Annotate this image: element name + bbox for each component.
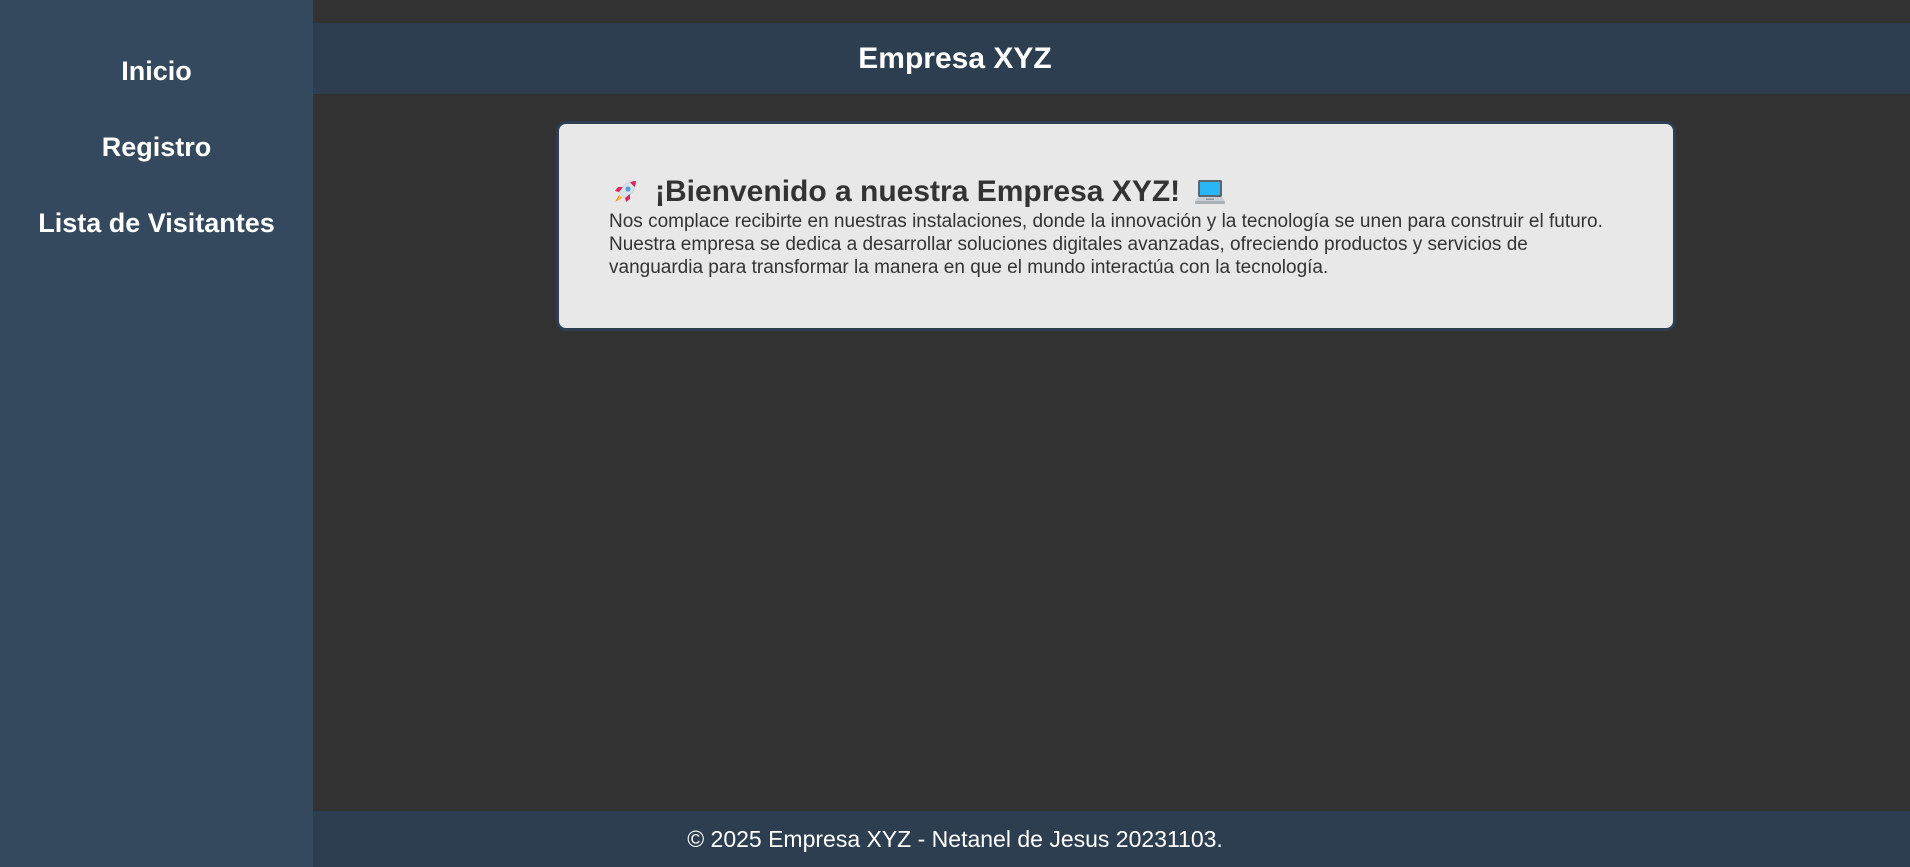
sidebar-item-registro[interactable]: Registro — [0, 131, 313, 163]
footer-copyright: © 2025 Empresa XYZ - Netanel de Jesus 20… — [687, 826, 1223, 852]
welcome-heading: ¡Bienvenido a nuestra Empresa XYZ! — [609, 174, 1623, 210]
laptop-icon — [1194, 176, 1226, 208]
sidebar: Inicio Registro Lista de Visitantes — [0, 0, 313, 867]
welcome-description: Nos complace recibirte en nuestras insta… — [609, 211, 1603, 278]
welcome-card: ¡Bienvenido a nuestra Empresa XYZ! Nos c… — [556, 121, 1676, 331]
footer: © 2025 Empresa XYZ - Netanel de Jesus 20… — [313, 811, 1910, 867]
page-title: Empresa XYZ — [858, 42, 1052, 75]
header: Empresa XYZ — [313, 23, 1910, 94]
rocket-icon — [609, 176, 641, 208]
welcome-heading-text: ¡Bienvenido a nuestra Empresa XYZ! — [655, 175, 1181, 208]
sidebar-item-lista-de-visitantes[interactable]: Lista de Visitantes — [0, 207, 313, 239]
sidebar-item-inicio[interactable]: Inicio — [0, 55, 313, 87]
